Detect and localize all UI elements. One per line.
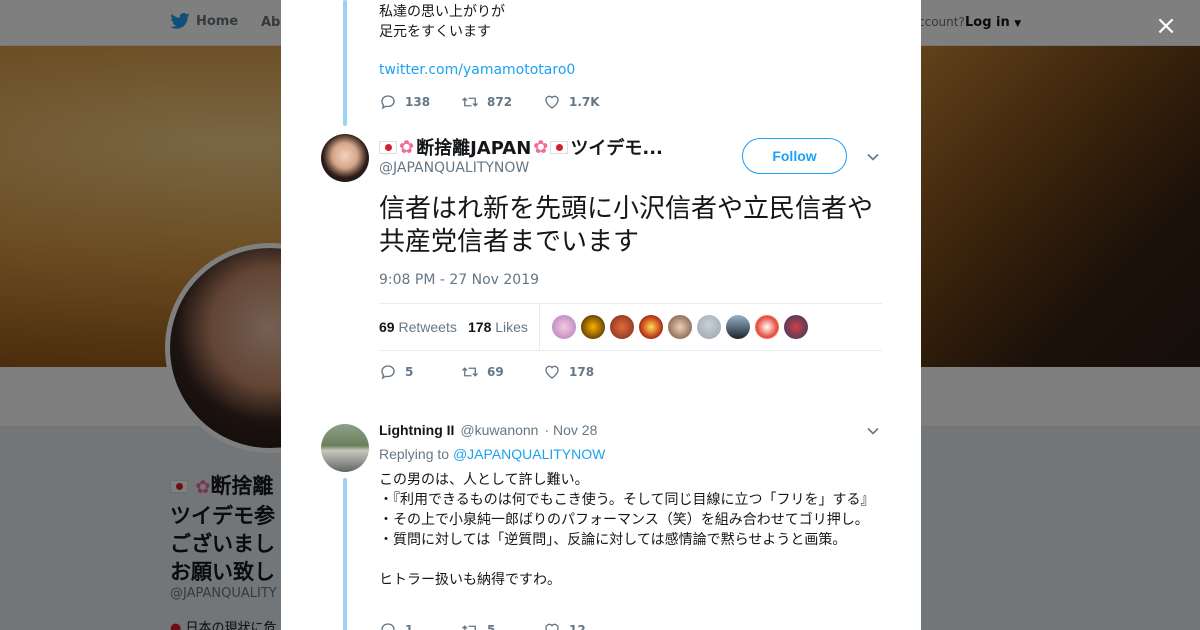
- like-button[interactable]: 12: [543, 621, 625, 630]
- liker-avatar[interactable]: [755, 315, 779, 339]
- chevron-down-icon[interactable]: [866, 150, 880, 164]
- tweet-permalink-modal: 私達の思い上がりが 足元をすくいます twitter.com/yamamotot…: [281, 0, 921, 630]
- reply-author-handle[interactable]: @kuwanonn: [460, 422, 538, 438]
- reply-author-name[interactable]: Lightning II: [379, 422, 454, 438]
- cherry-blossom-icon: ✿: [533, 136, 549, 158]
- display-name-text: 断捨離JAPAN: [416, 138, 532, 159]
- likes-stat[interactable]: 178 Likes: [468, 319, 528, 335]
- reply-button[interactable]: 1: [379, 621, 461, 630]
- like-button[interactable]: 1.7K: [543, 93, 625, 111]
- author-avatar[interactable]: [321, 134, 369, 182]
- like-count: 178: [569, 365, 595, 379]
- retweets-stat-label: Retweets: [398, 319, 457, 335]
- previous-tweet-actions: 138 872 1.7K: [379, 93, 625, 111]
- liker-avatar[interactable]: [639, 315, 663, 339]
- retweet-button[interactable]: 872: [461, 93, 543, 111]
- previous-tweet-text: 私達の思い上がりが 足元をすくいます: [379, 2, 505, 42]
- tweet-text: 信者はれ新を先頭に小沢信者や立民信者や共産党信者までいます: [379, 194, 874, 257]
- heart-icon: [545, 365, 559, 379]
- reply-icon: [381, 95, 395, 110]
- liker-avatar[interactable]: [726, 315, 750, 339]
- retweet-icon: [462, 625, 476, 630]
- like-count: 12: [569, 623, 586, 630]
- reply-count: 5: [405, 365, 414, 379]
- tweet-text-line: ・質問に対しては「逆質問」、反論に対しては感情論で黙らせようと画策。: [379, 532, 847, 548]
- liker-avatar[interactable]: [610, 315, 634, 339]
- liker-avatar[interactable]: [581, 315, 605, 339]
- reply-tweet-actions: 1 5 12: [379, 621, 625, 630]
- retweet-icon: [462, 367, 478, 377]
- reply-header: Lightning II @kuwanonn · Nov 28: [379, 422, 597, 438]
- liker-avatar[interactable]: [552, 315, 576, 339]
- tweet-text-line: 私達の思い上がりが: [379, 4, 505, 20]
- reply-icon: [381, 365, 395, 380]
- liker-avatar[interactable]: [697, 315, 721, 339]
- replying-to: Replying to @JAPANQUALITYNOW: [379, 446, 605, 462]
- reply-button[interactable]: 5: [379, 363, 461, 381]
- japan-flag-icon: [379, 140, 397, 154]
- reply-count: 1: [405, 623, 414, 630]
- retweet-button[interactable]: 5: [461, 621, 543, 630]
- display-name-tail: ツイデモ...: [570, 138, 663, 159]
- reply-count: 138: [405, 95, 431, 109]
- retweet-count: 69: [487, 365, 504, 379]
- thread-connector-line: [343, 0, 347, 126]
- tweet-text-line: ・『利用できるものは何でもこき使う。そして同じ目線に立つ「フリを」する』: [379, 492, 875, 508]
- reply-date[interactable]: · Nov 28: [544, 422, 597, 438]
- liker-avatar[interactable]: [668, 315, 692, 339]
- author-handle[interactable]: @JAPANQUALITYNOW: [379, 160, 529, 176]
- reply-author-avatar[interactable]: [321, 424, 369, 472]
- retweet-count: 5: [487, 623, 496, 630]
- heart-icon: [545, 623, 559, 630]
- like-button[interactable]: 178: [543, 363, 625, 381]
- follow-button[interactable]: Follow: [742, 138, 847, 174]
- heart-icon: [545, 95, 559, 109]
- reply-tweet-text: この男のは、人として許し難い。 ・『利用できるものは何でもこき使う。そして同じ目…: [379, 470, 875, 590]
- previous-tweet-link[interactable]: twitter.com/yamamototaro0: [379, 62, 575, 78]
- retweets-stat-count: 69: [379, 319, 395, 335]
- like-count: 1.7K: [569, 95, 600, 109]
- liker-avatar[interactable]: [784, 315, 808, 339]
- retweet-count: 872: [487, 95, 513, 109]
- reply-button[interactable]: 138: [379, 93, 461, 111]
- tweet-text-line: この男のは、人として許し難い。: [379, 472, 589, 488]
- tweet-text-line: 足元をすくいます: [379, 24, 491, 40]
- author-display-name[interactable]: ✿ 断捨離JAPAN ✿ ツイデモ...: [379, 134, 689, 160]
- likes-stat-label: Likes: [495, 319, 528, 335]
- tweet-text-line: ヒトラー扱いも納得ですわ。: [379, 572, 561, 588]
- replying-to-handle[interactable]: @JAPANQUALITYNOW: [453, 446, 605, 462]
- tweet-text-line: [379, 550, 869, 570]
- japan-flag-icon: [550, 140, 569, 154]
- reply-icon: [381, 623, 395, 630]
- replying-prefix: Replying to: [379, 446, 450, 462]
- tweet-stats: 69 Retweets 178 Likes: [379, 303, 882, 351]
- tweet-text-line: ・その上で小泉純一郎ばりのパフォーマンス（笑）を組み合わせてゴリ押し。: [379, 512, 869, 528]
- likes-stat-count: 178: [468, 319, 492, 335]
- stats-divider: [539, 304, 540, 350]
- chevron-down-icon[interactable]: [866, 424, 880, 438]
- main-tweet-actions: 5 69 178: [379, 363, 625, 381]
- tweet-timestamp[interactable]: 9:08 PM - 27 Nov 2019: [379, 272, 539, 288]
- cherry-blossom-icon: ✿: [399, 136, 415, 158]
- retweets-stat[interactable]: 69 Retweets: [379, 319, 457, 335]
- liker-avatars: [552, 315, 808, 339]
- thread-connector-line: [343, 478, 347, 630]
- close-icon[interactable]: ×: [1152, 12, 1180, 40]
- retweet-button[interactable]: 69: [461, 363, 543, 381]
- retweet-icon: [462, 97, 478, 107]
